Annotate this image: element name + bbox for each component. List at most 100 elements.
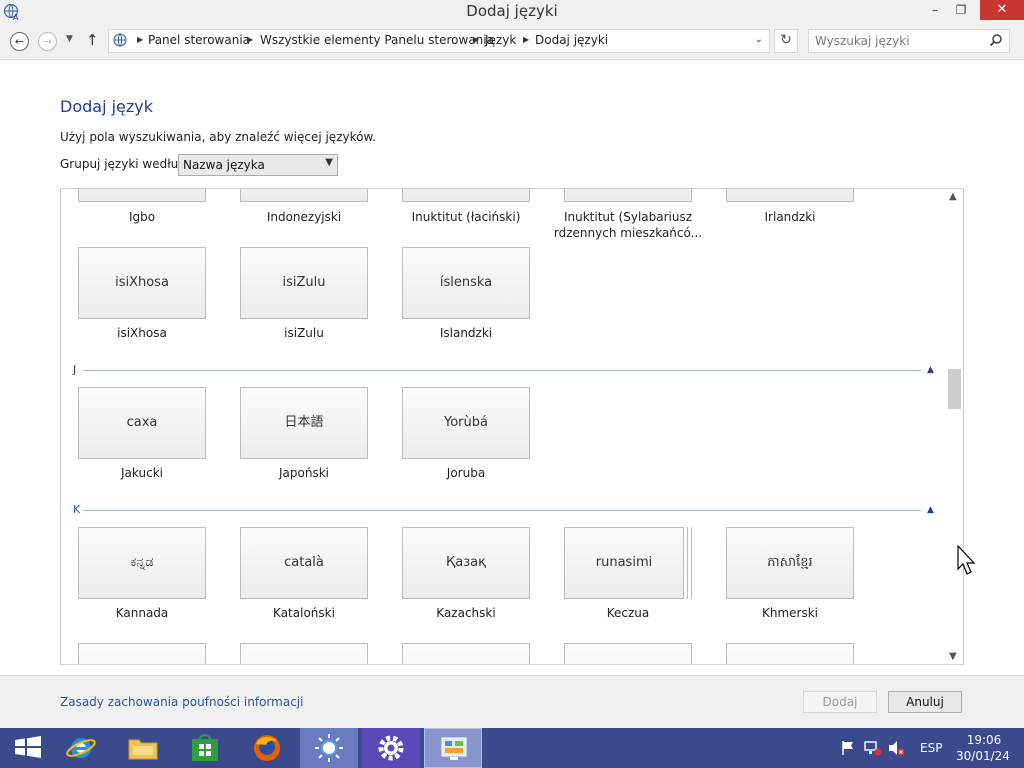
language-tile-catalan[interactable]: català — [240, 527, 368, 599]
language-tile[interactable] — [564, 189, 692, 202]
taskbar-sun-app[interactable] — [300, 728, 358, 768]
language-tile[interactable] — [78, 189, 206, 202]
taskbar-firefox[interactable] — [238, 728, 296, 768]
address-bar[interactable]: ▶ Panel sterowania ▶ Wszystkie elementy … — [108, 29, 770, 53]
language-tile[interactable] — [726, 643, 854, 664]
language-name: Igbo — [128, 210, 156, 224]
footer-bar: Zasady zachowania poufności informacji D… — [0, 675, 1024, 728]
group-header-k: K — [73, 503, 81, 516]
store-icon — [192, 734, 218, 761]
control-panel-icon — [113, 33, 127, 47]
scrollbar-thumb[interactable] — [948, 369, 961, 409]
language-list[interactable]: Igbo Indonezyjski Inuktitut (łaciński) I… — [60, 188, 964, 665]
language-name: isiXhosa — [117, 326, 167, 340]
search-icon[interactable] — [989, 33, 1003, 47]
recent-locations-chevron-icon[interactable]: ▼ — [66, 34, 73, 44]
folder-icon — [128, 739, 158, 760]
navigation-bar: ← → ▼ ↑ ▶ Panel sterowania ▶ Wszystkie e… — [0, 24, 1024, 60]
scroll-up-icon[interactable]: ▲ — [949, 191, 957, 202]
collapse-group-icon[interactable]: ▲ — [927, 365, 934, 375]
language-tile-kannada[interactable]: ಕನ್ನಡ — [78, 527, 206, 599]
window-title: Dodaj języki — [466, 2, 558, 20]
group-by-label: Grupuj języki według: — [60, 157, 190, 171]
language-tile[interactable] — [726, 189, 854, 202]
language-tile[interactable] — [240, 189, 368, 202]
language-tile-isizulu[interactable]: isiZulu — [240, 247, 368, 319]
page-title: Dodaj język — [60, 97, 154, 116]
group-by-value: Nazwa języka — [183, 158, 265, 172]
language-tile-kazakh[interactable]: Қазақ — [402, 527, 530, 599]
language-tile-khmer[interactable]: ភាសាខ្មែរ — [726, 527, 854, 599]
breadcrumb-add-languages[interactable]: Dodaj języki — [535, 33, 608, 47]
language-name: Kazachski — [436, 606, 496, 620]
forward-button[interactable]: → — [38, 32, 57, 51]
language-tile[interactable] — [402, 189, 530, 202]
mouse-cursor-icon — [957, 545, 976, 575]
clock-date[interactable]: 30/01/24 — [956, 749, 1010, 763]
breadcrumb-language[interactable]: Język — [485, 33, 516, 47]
start-button[interactable] — [0, 728, 58, 768]
language-tile[interactable] — [78, 643, 206, 664]
language-name: Islandzki — [439, 326, 493, 340]
language-tile-yakut[interactable]: саха — [78, 387, 206, 459]
group-by-select[interactable]: Nazwa języka ▼ — [178, 154, 338, 176]
scroll-down-icon[interactable]: ▼ — [949, 651, 957, 662]
group-divider — [83, 370, 921, 371]
language-tile-yoruba[interactable]: Yorùbá — [402, 387, 530, 459]
speaker-muted-icon[interactable] — [888, 740, 906, 756]
breadcrumb-separator-icon: ▶ — [473, 35, 480, 44]
language-tile-japanese[interactable]: 日本語 — [240, 387, 368, 459]
network-icon[interactable] — [864, 740, 882, 756]
breadcrumb-control-panel[interactable]: Panel sterowania — [148, 33, 250, 47]
windows-logo-icon — [15, 736, 41, 758]
language-tile-icelandic[interactable]: íslenska — [402, 247, 530, 319]
clock-time[interactable]: 19:06 — [966, 733, 1002, 747]
search-box[interactable] — [808, 29, 1010, 53]
refresh-button[interactable]: ↻ — [774, 29, 798, 53]
language-name: Kataloński — [273, 606, 335, 620]
collapse-group-icon[interactable]: ▲ — [927, 505, 934, 515]
taskbar: ESP 19:06 30/01/24 — [0, 728, 1024, 768]
action-center-flag-icon[interactable] — [840, 740, 856, 756]
taskbar-settings[interactable] — [362, 728, 420, 768]
language-name: isiZulu — [284, 326, 324, 340]
language-tile-quechua[interactable]: runasimi — [564, 527, 684, 599]
taskbar-file-explorer[interactable] — [114, 728, 172, 768]
language-name: Indonezyjski — [266, 210, 342, 224]
minimize-button[interactable]: – — [922, 0, 948, 20]
language-name: Inuktitut (łaciński) — [411, 210, 521, 224]
language-name: Jakucki — [121, 466, 163, 480]
breadcrumb-separator-icon: ▶ — [523, 35, 530, 44]
language-name: Irlandzki — [764, 210, 816, 224]
close-button[interactable]: ✕ — [980, 0, 1024, 20]
breadcrumb-all-items[interactable]: Wszystkie elementy Panelu sterowania — [260, 33, 494, 47]
group-header-j: J — [73, 363, 77, 376]
up-arrow-icon[interactable]: ↑ — [86, 31, 99, 49]
add-button[interactable]: Dodaj — [803, 691, 877, 713]
language-tile[interactable] — [402, 643, 530, 664]
input-language-indicator[interactable]: ESP — [920, 741, 942, 755]
firefox-icon — [254, 735, 280, 761]
language-tile[interactable] — [240, 643, 368, 664]
chevron-down-icon: ▼ — [325, 157, 333, 168]
language-tile[interactable] — [564, 643, 692, 664]
language-name: Joruba — [446, 466, 486, 480]
language-name: Khmerski — [761, 606, 818, 620]
search-input[interactable] — [815, 32, 985, 50]
privacy-link[interactable]: Zasady zachowania poufności informacji — [60, 695, 303, 709]
title-bar: A Dodaj języki – ❐ ✕ — [0, 0, 1024, 24]
taskbar-control-panel[interactable] — [424, 728, 482, 768]
back-button[interactable]: ← — [10, 32, 29, 51]
language-tile-isixhosa[interactable]: isiXhosa — [78, 247, 206, 319]
maximize-button[interactable]: ❐ — [948, 0, 974, 20]
breadcrumb-separator-icon: ▶ — [137, 35, 144, 44]
taskbar-store[interactable] — [176, 728, 234, 768]
vertical-scrollbar[interactable]: ▲ ▼ — [946, 189, 963, 664]
address-dropdown-icon[interactable]: ⌄ — [755, 34, 763, 45]
internet-explorer-icon — [66, 738, 96, 758]
control-panel-icon — [441, 737, 467, 760]
taskbar-internet-explorer[interactable] — [52, 728, 110, 768]
group-divider — [83, 510, 921, 511]
add-languages-window: A Dodaj języki – ❐ ✕ ← → ▼ ↑ ▶ Panel ste… — [0, 0, 1024, 728]
cancel-button[interactable]: Anuluj — [888, 691, 962, 713]
